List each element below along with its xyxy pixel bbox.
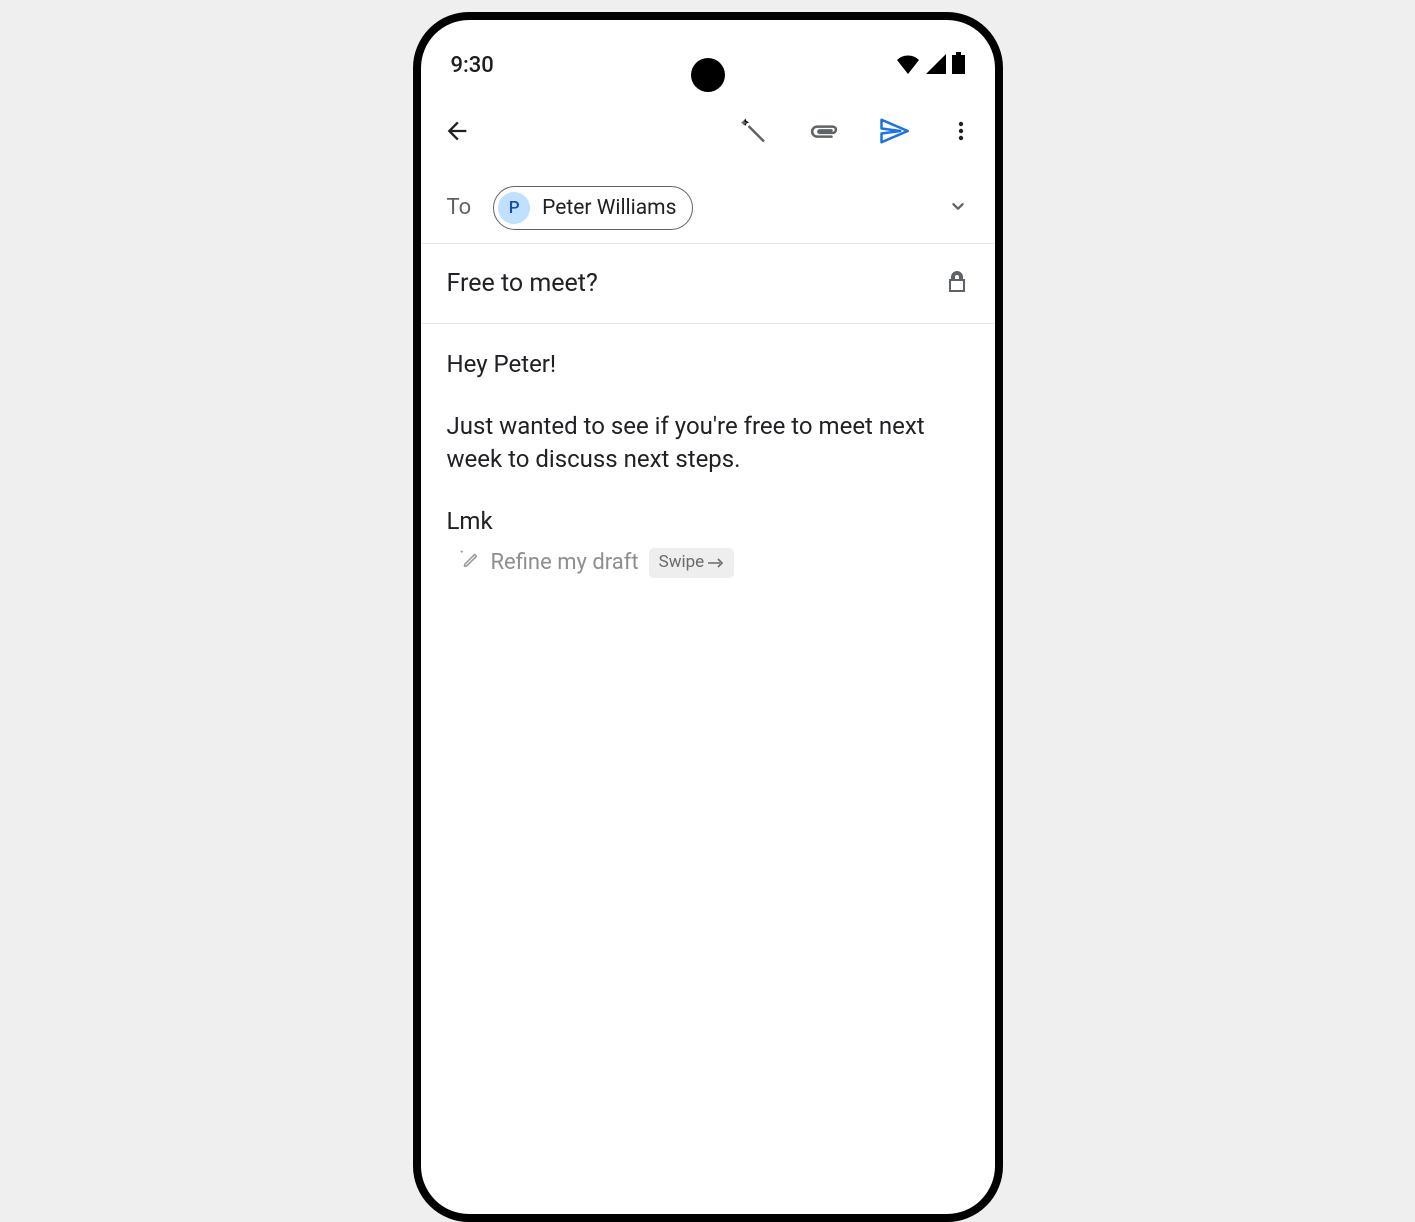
battery-icon (952, 52, 965, 78)
swipe-label: Swipe (659, 551, 705, 575)
cellular-icon (926, 54, 946, 78)
pencil-sparkle-icon (459, 546, 481, 580)
status-time: 9:30 (451, 53, 494, 78)
phone-frame: 9:30 (413, 12, 1003, 1222)
body-line: Lmk (447, 505, 969, 539)
recipient-avatar: P (498, 192, 530, 224)
attach-icon[interactable] (809, 116, 839, 150)
to-field-row[interactable]: To P Peter Williams (421, 172, 995, 244)
swipe-hint: Swipe (649, 548, 735, 578)
compose-body[interactable]: Hey Peter! Just wanted to see if you're … (421, 324, 995, 604)
body-line: Just wanted to see if you're free to mee… (447, 410, 969, 477)
lock-icon[interactable] (945, 270, 969, 298)
subject-row[interactable]: Free to meet? (421, 244, 995, 324)
more-menu-icon[interactable] (949, 117, 973, 149)
subject-text: Free to meet? (447, 269, 598, 298)
refine-draft-hint[interactable]: Refine my draft Swipe (447, 546, 969, 580)
back-button[interactable] (443, 117, 471, 149)
to-label: To (447, 195, 472, 220)
send-button[interactable] (879, 116, 909, 150)
recipient-name: Peter Williams (542, 196, 676, 220)
body-line: Hey Peter! (447, 348, 969, 382)
status-icons (896, 52, 965, 78)
refine-label: Refine my draft (491, 548, 639, 579)
compose-toolbar (421, 92, 995, 172)
camera-hole (691, 58, 725, 92)
expand-recipients-button[interactable] (947, 195, 969, 221)
wifi-icon (896, 54, 920, 78)
recipient-chip[interactable]: P Peter Williams (493, 186, 693, 230)
magic-wand-icon[interactable] (739, 116, 769, 150)
